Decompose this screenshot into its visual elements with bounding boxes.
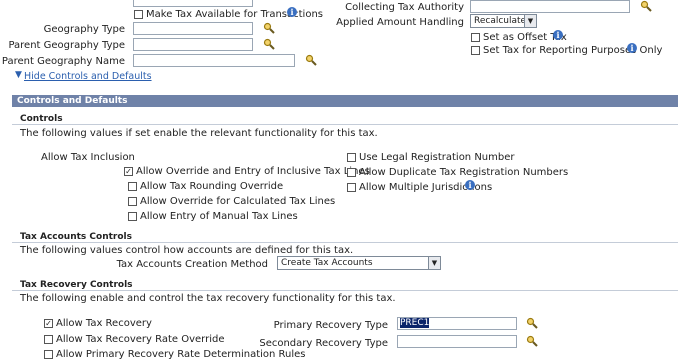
allow-override-calculated-label: Allow Override for Calculated Tax Lines — [140, 196, 336, 207]
geography-type-label: Geography Type — [43, 24, 125, 35]
tax-accounts-heading: Tax Accounts Controls — [20, 232, 132, 242]
allow-tax-recovery-checkbox[interactable]: ✓ — [44, 319, 53, 328]
parent-geography-name-label: Parent Geography Name — [1, 56, 125, 67]
use-legal-registration-checkbox[interactable] — [347, 153, 356, 162]
search-icon[interactable] — [526, 335, 538, 347]
info-icon[interactable]: i — [627, 43, 637, 53]
allow-override-inclusive-checkbox[interactable]: ✓ — [124, 167, 133, 176]
primary-recovery-type-field[interactable]: PREC1 — [397, 317, 517, 330]
info-icon[interactable]: i — [287, 7, 297, 17]
collecting-tax-authority-field[interactable] — [470, 0, 630, 13]
effective-to-field[interactable] — [133, 0, 253, 7]
parent-geography-type-label: Parent Geography Type — [8, 40, 125, 51]
set-as-offset-tax-checkbox[interactable] — [471, 33, 480, 42]
search-icon[interactable] — [640, 0, 652, 12]
search-icon[interactable] — [263, 38, 275, 50]
allow-rate-override-label: Allow Tax Recovery Rate Override — [56, 334, 225, 345]
applied-amount-handling-label: Applied Amount Handling — [336, 17, 464, 28]
set-tax-for-reporting-checkbox[interactable] — [471, 46, 480, 55]
search-icon[interactable] — [263, 22, 275, 34]
allow-override-calculated-checkbox[interactable] — [128, 197, 137, 206]
controls-defaults-header: Controls and Defaults — [12, 95, 678, 107]
allow-rounding-override-label: Allow Tax Rounding Override — [140, 181, 284, 192]
search-icon[interactable] — [526, 317, 538, 329]
section-title: Controls and Defaults — [17, 96, 128, 106]
parent-geography-name-field[interactable] — [133, 54, 295, 67]
allow-multiple-jurisdictions-checkbox[interactable] — [347, 183, 356, 192]
secondary-recovery-type-label: Secondary Recovery Type — [259, 338, 388, 349]
divider — [12, 242, 678, 243]
geography-type-field[interactable] — [133, 22, 253, 35]
allow-manual-tax-lines-label: Allow Entry of Manual Tax Lines — [140, 211, 298, 222]
allow-tax-recovery-label: Allow Tax Recovery — [56, 318, 152, 329]
controls-description: The following values if set enable the r… — [20, 128, 378, 139]
use-legal-registration-label: Use Legal Registration Number — [359, 152, 515, 163]
primary-recovery-type-value: PREC1 — [400, 318, 430, 328]
allow-rate-override-checkbox[interactable] — [44, 335, 53, 344]
make-tax-available-checkbox[interactable] — [134, 10, 143, 19]
primary-recovery-type-label: Primary Recovery Type — [273, 320, 388, 331]
allow-tax-inclusion-label: Allow Tax Inclusion — [41, 152, 135, 163]
info-icon[interactable]: i — [553, 30, 563, 40]
allow-primary-rate-rules-checkbox[interactable] — [44, 350, 53, 359]
allow-duplicate-registration-label: Allow Duplicate Tax Registration Numbers — [359, 167, 569, 178]
tax-accounts-creation-method-value: Create Tax Accounts — [281, 258, 373, 268]
allow-primary-rate-rules-label: Allow Primary Recovery Rate Determinatio… — [56, 349, 306, 360]
applied-amount-handling-select[interactable]: Recalculated ▼ — [470, 14, 537, 28]
tax-recovery-description: The following enable and control the tax… — [20, 293, 396, 304]
hide-controls-link[interactable]: Hide Controls and Defaults — [24, 71, 152, 82]
tax-accounts-creation-method-label: Tax Accounts Creation Method — [116, 259, 268, 270]
tax-accounts-creation-method-select[interactable]: Create Tax Accounts ▼ — [277, 256, 441, 270]
collapse-triangle-icon[interactable]: ▼ — [15, 70, 22, 80]
controls-heading: Controls — [20, 114, 63, 124]
chevron-down-icon[interactable]: ▼ — [428, 257, 440, 269]
parent-geography-type-field[interactable] — [133, 38, 253, 51]
collecting-tax-authority-label: Collecting Tax Authority — [345, 2, 464, 13]
secondary-recovery-type-field[interactable] — [397, 335, 517, 348]
tax-accounts-description: The following values control how account… — [20, 245, 354, 256]
allow-override-inclusive-label: Allow Override and Entry of Inclusive Ta… — [136, 166, 370, 177]
chevron-down-icon[interactable]: ▼ — [524, 15, 536, 27]
allow-rounding-override-checkbox[interactable] — [128, 182, 137, 191]
divider — [12, 290, 678, 291]
info-icon[interactable]: i — [465, 180, 475, 190]
search-icon[interactable] — [305, 54, 317, 66]
divider — [12, 124, 678, 125]
allow-manual-tax-lines-checkbox[interactable] — [128, 212, 137, 221]
tax-recovery-heading: Tax Recovery Controls — [20, 280, 133, 290]
allow-duplicate-registration-checkbox[interactable] — [347, 168, 356, 177]
